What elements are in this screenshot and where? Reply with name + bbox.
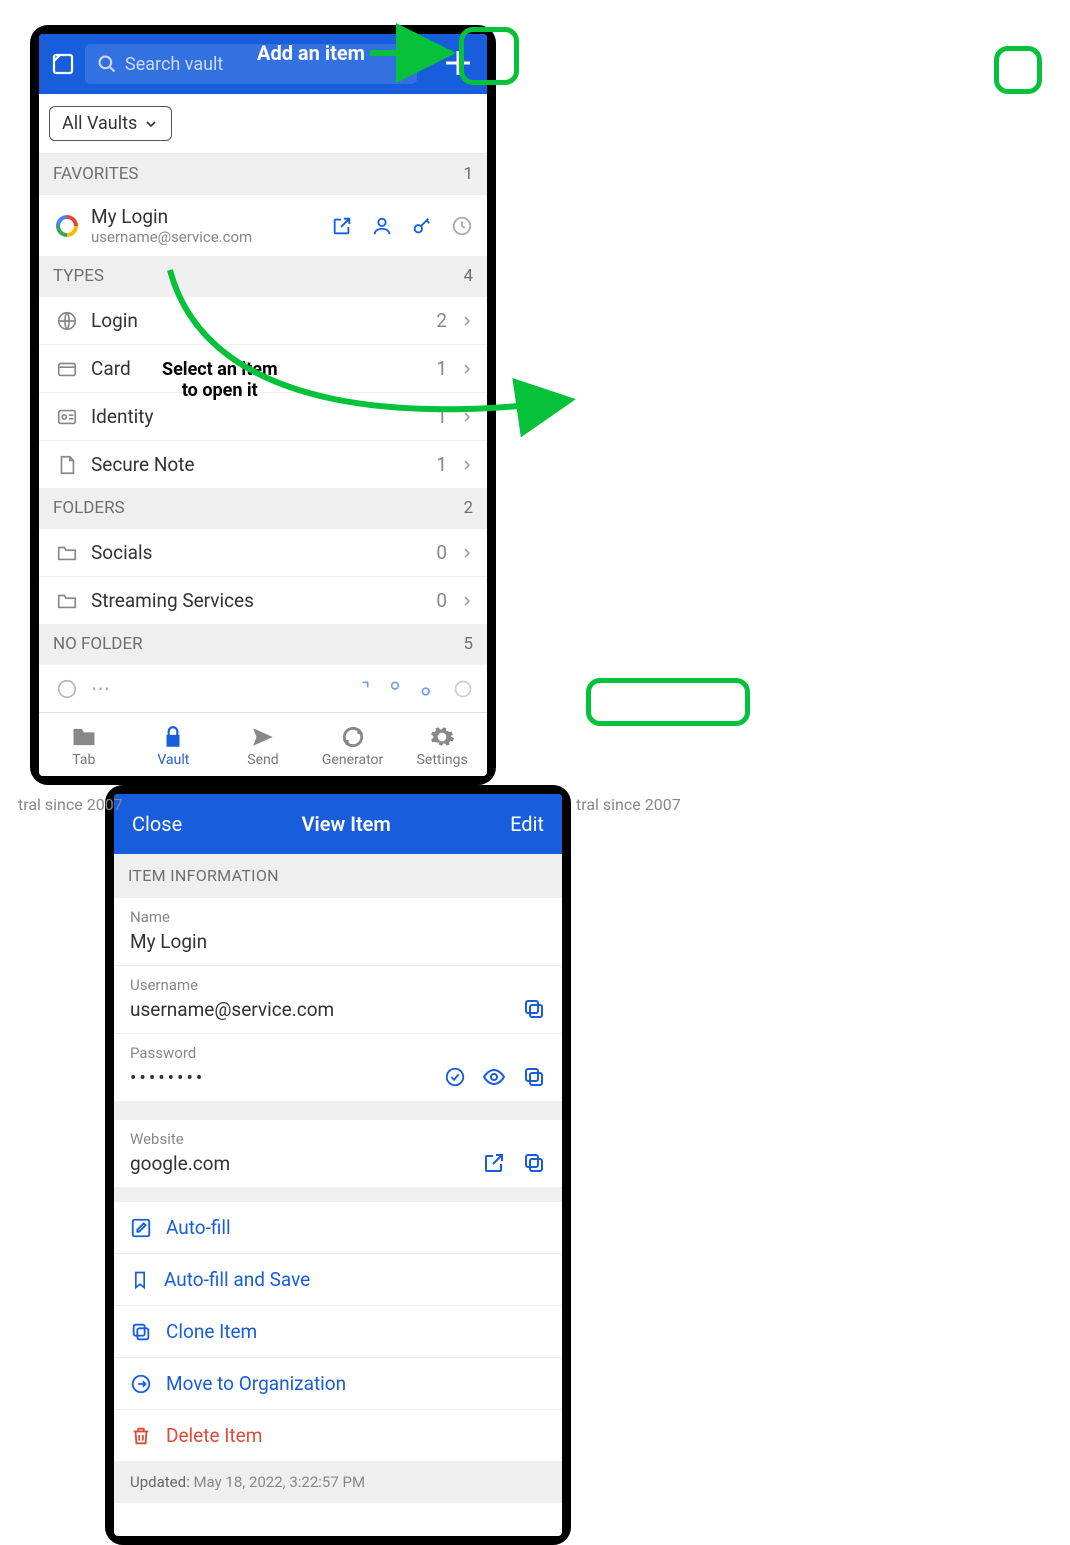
password-field: Password •••••••• <box>114 1033 562 1101</box>
nav-tab[interactable]: Tab <box>39 713 129 776</box>
favorite-item[interactable]: My Login username@service.com <box>39 194 487 256</box>
no-folder-header: NO FOLDER5 <box>39 624 487 664</box>
annotation-select-item: Select an item to open it <box>162 360 278 401</box>
copy-icon[interactable] <box>522 997 546 1021</box>
annotation-add-item: Add an item <box>257 42 365 65</box>
autofill-button[interactable]: Auto-fill <box>114 1201 562 1253</box>
search-placeholder: Search vault <box>125 54 223 75</box>
copy-icon[interactable] <box>522 1151 546 1175</box>
autofill-save-button[interactable]: Auto-fill and Save <box>114 1253 562 1305</box>
favorites-header: FAVORITES1 <box>39 154 487 194</box>
detail-header: Close View Item Edit <box>114 794 562 854</box>
launch-icon[interactable] <box>482 1151 506 1175</box>
types-header: TYPES4 <box>39 256 487 296</box>
vault-filter[interactable]: All Vaults <box>49 106 172 141</box>
bg-text-left: tral since 2007 <box>18 795 123 814</box>
search-icon <box>97 54 117 74</box>
move-org-button[interactable]: Move to Organization <box>114 1357 562 1409</box>
updated-info: Updated: May 18, 2022, 3:22:57 PM <box>114 1461 562 1503</box>
arrow-out-icon <box>130 1373 152 1395</box>
truncated-item[interactable]: ⋯ <box>39 664 487 712</box>
google-icon <box>53 215 81 237</box>
nav-send[interactable]: Send <box>218 713 308 776</box>
type-login[interactable]: Login 2 <box>39 296 487 344</box>
highlight-delete <box>586 678 750 726</box>
folder-streaming[interactable]: Streaming Services 0 <box>39 576 487 624</box>
detail-title: View Item <box>302 812 391 836</box>
nav-vault[interactable]: Vault <box>129 713 219 776</box>
id-icon <box>53 406 81 428</box>
type-note[interactable]: Secure Note 1 <box>39 440 487 488</box>
popout-icon[interactable] <box>51 52 75 76</box>
bg-text-right: tral since 2007 <box>576 795 681 814</box>
add-item-button[interactable] <box>431 36 485 90</box>
bookmark-icon <box>130 1269 150 1291</box>
globe-icon <box>53 678 81 700</box>
edit-button[interactable]: Edit <box>510 812 544 836</box>
close-button[interactable]: Close <box>132 812 182 836</box>
key-icon[interactable] <box>411 215 433 237</box>
eye-icon[interactable] <box>482 1065 506 1089</box>
item-info-header: ITEM INFORMATION <box>114 854 562 897</box>
trash-icon <box>130 1425 152 1447</box>
vault-list-screen: Search vault All Vaults FAVORITES1 My Lo… <box>30 25 496 785</box>
pencil-box-icon <box>130 1217 152 1239</box>
check-icon[interactable] <box>444 1066 466 1088</box>
clock-icon[interactable] <box>451 215 473 237</box>
username-field: Username username@service.com <box>114 965 562 1033</box>
delete-button[interactable]: Delete Item <box>114 1409 562 1461</box>
item-detail-screen: Close View Item Edit ITEM INFORMATION Na… <box>105 785 571 1545</box>
filter-row: All Vaults <box>39 94 487 154</box>
note-icon <box>53 454 81 476</box>
website-field: Website google.com <box>114 1119 562 1187</box>
nav-generator[interactable]: Generator <box>308 713 398 776</box>
name-field: Name My Login <box>114 897 562 965</box>
globe-icon <box>53 310 81 332</box>
user-icon[interactable] <box>371 215 393 237</box>
clone-button[interactable]: Clone Item <box>114 1305 562 1357</box>
folder-icon <box>53 542 81 564</box>
clone-icon <box>130 1321 152 1343</box>
launch-icon[interactable] <box>331 215 353 237</box>
highlight-edit <box>994 46 1042 94</box>
folder-icon <box>53 590 81 612</box>
nav-settings[interactable]: Settings <box>397 713 487 776</box>
copy-icon[interactable] <box>522 1065 546 1089</box>
search-input[interactable]: Search vault <box>85 44 417 84</box>
bottom-nav: Tab Vault Send Generator Settings <box>39 712 487 776</box>
card-icon <box>53 358 81 380</box>
folder-socials[interactable]: Socials 0 <box>39 528 487 576</box>
folders-header: FOLDERS2 <box>39 488 487 528</box>
